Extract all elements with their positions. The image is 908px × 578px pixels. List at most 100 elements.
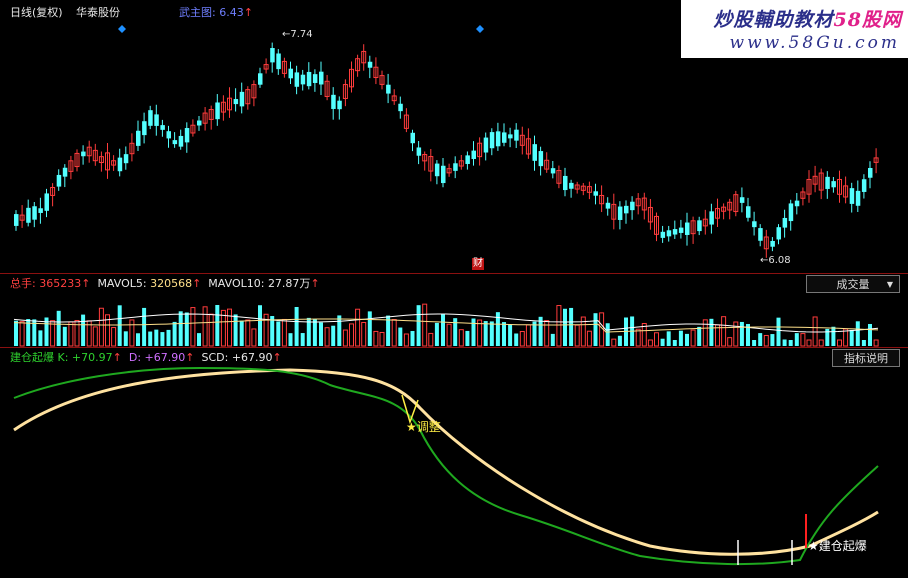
volume-bar — [288, 333, 293, 346]
candle-body — [398, 103, 403, 112]
candle-body — [306, 71, 312, 87]
volume-bar — [208, 313, 214, 347]
volume-bar — [837, 339, 842, 347]
k-value: +70.97 — [71, 351, 113, 364]
watermark-title-site: 58股网 — [833, 9, 902, 31]
volume-bar — [593, 313, 598, 346]
volume-bar — [861, 340, 866, 346]
volume-bar — [416, 305, 421, 346]
volume-bar — [251, 328, 257, 347]
candle-body — [215, 102, 220, 120]
volume-bar — [281, 318, 287, 347]
candle-body — [434, 163, 440, 177]
signal-launch: ★建仓起爆 — [808, 539, 867, 553]
volume-bar — [403, 333, 409, 347]
event-marker[interactable]: 财 — [472, 258, 484, 270]
volume-bar — [831, 326, 836, 346]
up-arrow-icon: ↑ — [192, 277, 202, 290]
volume-bar — [373, 330, 379, 347]
volume-indicator-dropdown[interactable]: 成交量 ▼ — [806, 275, 900, 293]
volume-bar — [635, 328, 641, 347]
volume-bar — [331, 325, 336, 346]
d-line — [13, 368, 879, 556]
volume-bar — [227, 308, 232, 347]
candle-body — [56, 174, 62, 187]
period-label[interactable]: 日线(复权) — [10, 6, 63, 20]
candle-body — [142, 121, 147, 136]
volume-bar — [458, 329, 464, 347]
candle-body — [337, 100, 342, 110]
indicator-help-button[interactable]: 指标说明 — [832, 349, 900, 367]
candle-body — [26, 207, 31, 223]
candle-body — [233, 99, 239, 105]
candle-body — [117, 157, 123, 172]
candle-body — [697, 220, 702, 232]
volume-bar — [611, 338, 617, 347]
volume-bar — [258, 305, 262, 346]
volume-bar — [276, 321, 281, 346]
candle-body — [739, 197, 745, 203]
low-price-label: ←6.08 — [760, 255, 791, 266]
watermark-banner: 炒股輔助教材58股网 www.58Gu.com — [681, 0, 908, 58]
volume-bar — [465, 330, 470, 346]
volume-total-label: 总手: — [10, 277, 36, 290]
volume-bar — [758, 333, 763, 346]
volume-bar — [355, 308, 361, 347]
candle-body — [666, 230, 672, 237]
candle-body — [14, 214, 19, 226]
volume-legend: 总手: 365233↑ MAVOL5: 320568↑ MAVOL10: 27.… — [10, 277, 320, 291]
high-price-label: ←7.74 — [282, 29, 313, 40]
candle-body — [154, 114, 159, 126]
volume-bar — [678, 330, 683, 346]
panel-separator-indicator — [0, 347, 908, 348]
candle-body — [605, 202, 611, 209]
candle-body — [770, 240, 775, 247]
candle-body — [831, 181, 836, 188]
volume-bar — [38, 330, 43, 346]
candle-body — [386, 84, 391, 94]
up-arrow-icon: ↑ — [185, 351, 195, 364]
candle-body — [538, 151, 544, 167]
candle-body — [758, 228, 763, 241]
volume-bar — [782, 339, 787, 346]
volume-bar — [239, 320, 244, 346]
volume-bar — [441, 313, 445, 346]
volume-bar — [800, 333, 806, 347]
volume-bar — [556, 305, 562, 347]
volume-bar — [428, 332, 434, 347]
candle-body — [660, 231, 666, 238]
volume-bar — [855, 321, 860, 346]
k-label: K: — [57, 351, 69, 364]
volume-bar — [98, 307, 104, 347]
volume-bar — [770, 334, 775, 346]
volume-bar — [563, 308, 567, 346]
d-label: D: — [128, 351, 142, 364]
volume-bar — [62, 326, 67, 346]
watermark-title-main: 炒股輔助教材 — [713, 9, 834, 31]
volume-bar — [586, 330, 592, 347]
diamond-marker-icon — [476, 25, 484, 33]
up-arrow-icon: ↑ — [243, 6, 253, 19]
candle-body — [685, 222, 690, 235]
watermark-url: www.58Gu.com — [729, 33, 900, 53]
stock-chart-window: 日线(复权) 华泰股份 武主图: 6.43↑ ←7.74 ←6.08 财 炒股輔… — [0, 0, 908, 578]
volume-bar — [709, 318, 714, 346]
volume-bar — [233, 314, 238, 346]
candle-body — [868, 167, 873, 178]
volume-bar — [215, 304, 220, 346]
candle-body — [160, 125, 165, 130]
volume-bar — [617, 335, 622, 346]
main-indicator-label: 武主图: 6.43↑ — [179, 6, 253, 19]
volume-bar — [721, 316, 727, 347]
indicator-name[interactable]: 建仓起爆 — [10, 351, 54, 364]
candle-body — [483, 137, 489, 153]
volume-bar — [349, 323, 354, 347]
stock-name: 华泰股份 — [76, 6, 120, 19]
candle-body — [270, 48, 275, 63]
volume-bar — [794, 333, 799, 346]
volume-bar — [508, 324, 513, 346]
candle-body — [319, 71, 324, 85]
panel-separator-volume — [0, 273, 908, 274]
mavol10-value: 27.87万 — [267, 277, 311, 290]
volume-total-value: 365233 — [39, 277, 82, 290]
